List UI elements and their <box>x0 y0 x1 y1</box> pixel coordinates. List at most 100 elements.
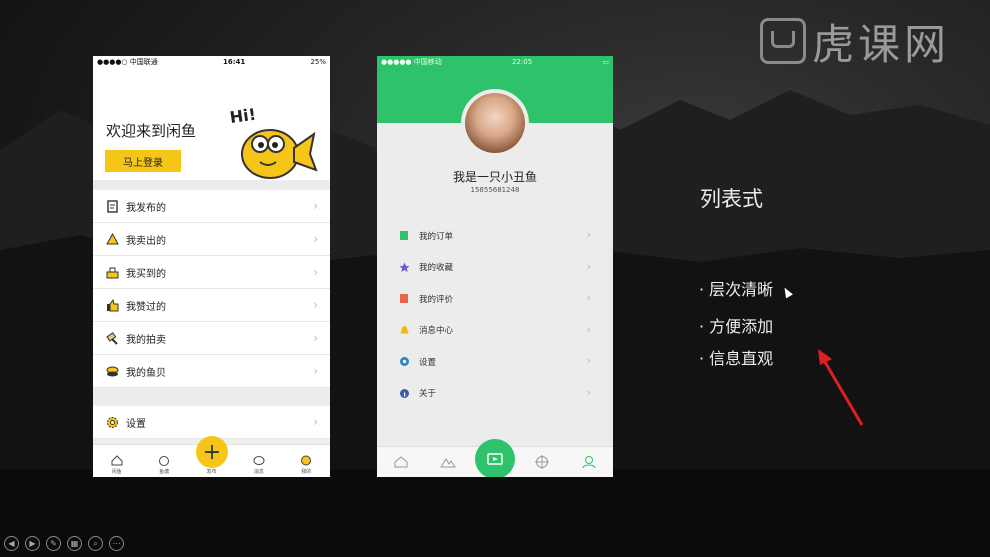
slides-overview-icon[interactable]: ▦ <box>67 536 82 551</box>
chevron-right-icon: › <box>313 265 318 279</box>
time-label: 22:05 <box>511 58 533 66</box>
sold-icon <box>105 232 119 246</box>
menu-item-shells[interactable]: 我的鱼贝 › <box>93 355 330 388</box>
center-tab-button[interactable] <box>475 439 515 477</box>
bullet-2: · 方便添加 <box>699 317 774 336</box>
tab-label: 鱼塘 <box>159 469 170 475</box>
watermark-logo: 虎课网 <box>760 16 950 69</box>
menu-item-bought[interactable]: 我买到的 › <box>93 256 330 289</box>
order-icon <box>398 230 410 242</box>
tab-profile[interactable] <box>574 447 604 477</box>
avatar-photo <box>465 93 525 153</box>
avatar[interactable] <box>461 89 529 157</box>
info-icon <box>398 387 410 399</box>
slide-heading: 列表式 <box>700 187 763 211</box>
menu-item-about[interactable]: 关于 › <box>377 378 613 410</box>
menu-item-label: 我的收藏 <box>419 263 454 274</box>
chevron-right-icon: › <box>586 259 591 273</box>
chevron-right-icon: › <box>313 415 318 429</box>
chevron-right-icon: › <box>586 385 591 399</box>
message-icon <box>253 456 265 465</box>
carrier-label: ●●●●● 中国移动 <box>381 58 442 66</box>
fish-hi-text: Hi! <box>229 105 258 127</box>
settings-list: 设置 › <box>93 406 330 439</box>
chevron-right-icon: › <box>313 364 318 378</box>
next-slide-icon[interactable]: ▶ <box>25 536 40 551</box>
chevron-right-icon: › <box>313 199 318 213</box>
battery-icon: ▭ <box>602 58 609 66</box>
profile-icon <box>301 455 312 466</box>
menu-item-label: 我赞过的 <box>126 301 166 313</box>
logo-mark-icon <box>760 18 806 64</box>
pond-icon <box>159 456 170 466</box>
user-phone: 15855681248 <box>470 186 520 194</box>
home-icon <box>111 455 123 466</box>
chevron-right-icon: › <box>313 331 318 345</box>
carrier-label: ●●●●○ 中国联通 <box>97 58 158 66</box>
chevron-right-icon: › <box>313 232 318 246</box>
chevron-right-icon: › <box>586 291 591 304</box>
welcome-title: 欢迎来到闲鱼 <box>106 122 197 140</box>
thumbs-up-icon <box>105 298 119 312</box>
tab-discover[interactable] <box>433 447 463 477</box>
home-icon <box>394 456 408 468</box>
menu-item-label: 我买到的 <box>126 268 166 280</box>
welcome-header: 欢迎来到闲鱼 马上登录 Hi! <box>93 68 330 180</box>
profile-menu-list: 我的订单 › 我的收藏 › 我的评价 › 消息中心 › 设置 › 关于 › <box>377 220 613 409</box>
menu-item-label: 设置 <box>419 357 437 368</box>
previous-slide-icon[interactable]: ◀ <box>4 536 19 551</box>
menu-item-favorites[interactable]: 我的收藏 › <box>377 252 613 284</box>
menu-item-settings[interactable]: 设置 › <box>377 346 613 378</box>
tab-target[interactable] <box>527 447 557 477</box>
tab-label: 我的 <box>301 469 312 475</box>
publish-plus-button[interactable]: + <box>196 436 228 468</box>
tab-home[interactable]: 闲鱼 <box>97 445 137 477</box>
chevron-right-icon: › <box>586 322 591 336</box>
user-name: 我是一只小丑鱼 <box>452 170 537 184</box>
menu-item-label: 关于 <box>419 389 437 400</box>
more-options-icon[interactable]: ⋯ <box>109 536 124 551</box>
pen-icon[interactable]: ✎ <box>46 536 61 551</box>
status-bar: ●●●●● 中国移动 22:05 ▭ <box>377 56 613 68</box>
menu-item-sold[interactable]: 我卖出的 › <box>93 223 330 256</box>
menu-item-published[interactable]: 我发布的 › <box>93 190 330 223</box>
tab-pond[interactable]: 鱼塘 <box>144 445 184 477</box>
shell-icon <box>105 364 119 378</box>
chevron-right-icon: › <box>313 298 318 312</box>
slideshow-controls: ◀ ▶ ✎ ▦ ⌕ ⋯ <box>4 536 124 551</box>
gear-icon <box>105 415 119 429</box>
status-bar: ●●●●○ 中国联通 16:41 25% <box>93 56 330 68</box>
watermark-text: 虎课网 <box>812 19 951 69</box>
menu-item-label: 我的拍卖 <box>126 334 166 346</box>
tab-label: 闲鱼 <box>111 469 122 475</box>
bell-icon <box>398 324 410 336</box>
menu-item-label: 我的订单 <box>419 231 454 242</box>
menu-item-label: 消息中心 <box>419 326 454 337</box>
gear-icon <box>398 356 410 368</box>
menu-item-settings[interactable]: 设置 › <box>93 406 330 439</box>
menu-item-liked[interactable]: 我赞过的 › <box>93 289 330 322</box>
menu-item-label: 我的评价 <box>419 294 454 305</box>
menu-item-messages[interactable]: 消息中心 › <box>377 315 613 347</box>
phone-profile-mockup: ●●●●● 中国移动 22:05 ▭ 我是一只小丑鱼 15855681248 我… <box>377 56 613 477</box>
tab-messages[interactable]: 消息 <box>239 445 279 477</box>
auction-icon <box>105 331 119 345</box>
red-arrow-icon <box>818 349 864 426</box>
star-icon <box>398 261 410 273</box>
menu-item-label: 我发布的 <box>126 202 166 214</box>
login-button[interactable]: 马上登录 <box>105 150 181 172</box>
bullet-1: · 层次清晰 <box>699 280 774 299</box>
zoom-icon[interactable]: ⌕ <box>88 536 103 551</box>
battery-label: 25% <box>310 58 326 66</box>
time-label: 16:41 <box>222 58 246 66</box>
menu-item-orders[interactable]: 我的订单 › <box>377 220 613 252</box>
chevron-right-icon: › <box>586 354 591 367</box>
phone-xianyu-mockup: ●●●●○ 中国联通 16:41 25% 欢迎来到闲鱼 马上登录 Hi! 我发布… <box>93 56 330 477</box>
menu-item-reviews[interactable]: 我的评价 › <box>377 283 613 315</box>
tab-mine[interactable]: 我的 <box>286 445 326 477</box>
publish-icon <box>105 199 119 213</box>
tab-home[interactable] <box>386 447 416 477</box>
user-icon <box>582 456 596 469</box>
tv-icon <box>487 453 503 465</box>
menu-item-auction[interactable]: 我的拍卖 › <box>93 322 330 355</box>
